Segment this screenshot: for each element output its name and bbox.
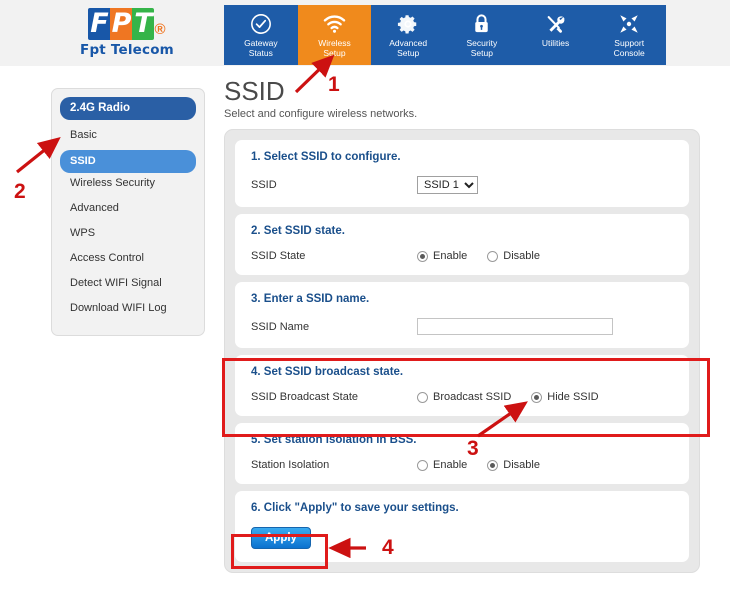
nav-line1: Utilities [541, 38, 570, 48]
radio-ssid-state-enable[interactable]: Enable [417, 250, 467, 262]
radio-station-isolation-disable[interactable]: Disable [487, 459, 540, 471]
nav-item-utilities[interactable]: Utilities [519, 5, 593, 65]
sidebar-item-advanced[interactable]: Advanced [60, 198, 196, 219]
section-ssid-broadcast-state: 4. Set SSID broadcast state. SSID Broadc… [235, 355, 689, 416]
nav-line1: Gateway [244, 38, 278, 48]
nav-line1: Support [614, 38, 645, 48]
radio-label: Broadcast SSID [433, 391, 512, 403]
radio-indicator [531, 391, 543, 403]
nav-line2: Status [248, 47, 273, 58]
field-row-ssid-state: SSID State Enable Disable [251, 250, 673, 262]
sidebar-item-wireless-security[interactable]: Wireless Security [60, 173, 196, 194]
logo-wordmark: Fpt Telecom [80, 42, 174, 58]
annotation-number-3: 3 [467, 437, 479, 460]
radio-indicator [487, 459, 499, 471]
field-label-station-isolation: Station Isolation [251, 459, 330, 471]
radio-indicator [417, 250, 428, 262]
apply-button[interactable]: Apply [251, 527, 311, 549]
nav-label-utilities: Utilities [541, 38, 570, 49]
nav-label-support-console: Support Console [613, 38, 645, 58]
radio-label: Disable [503, 459, 540, 471]
field-label-ssid: SSID [251, 179, 277, 191]
radio-ssid-state-disable[interactable]: Disable [487, 250, 540, 262]
nav-label-advanced-setup: Advanced Setup [389, 38, 428, 58]
page-title: SSID [224, 76, 285, 106]
nav-line1: Wireless [318, 38, 351, 48]
wifi-icon [323, 12, 346, 36]
nav-label-wireless-setup: Wireless Setup [318, 38, 351, 58]
nav-item-support-console[interactable]: Support Console [592, 5, 666, 65]
nav-item-security-setup[interactable]: Security Setup [445, 5, 519, 65]
section-ssid-name: 3. Enter a SSID name. SSID Name [235, 282, 689, 348]
radio-indicator [487, 250, 499, 262]
nav-line2: Setup [323, 47, 346, 58]
radio-label: Enable [433, 459, 468, 471]
annotation-number-4: 4 [382, 536, 394, 559]
logo-letter-p: P [110, 8, 133, 40]
settings-panel: 1. Select SSID to configure. SSID SSID 1… [224, 129, 700, 573]
primary-navigation: Gateway Status Wireless Setup Advanced S… [224, 5, 666, 65]
nav-line2: Console [613, 47, 645, 58]
radio-label: Enable [433, 250, 468, 262]
radio-indicator [417, 459, 428, 471]
lock-icon [472, 12, 491, 36]
radio-broadcast-ssid[interactable]: Broadcast SSID [417, 391, 511, 403]
field-label-broadcast-state: SSID Broadcast State [251, 391, 358, 403]
wireless-sidebar-menu: 2.4G Radio Basic SSID Wireless Security … [51, 88, 205, 336]
nav-line1: Advanced [389, 38, 428, 48]
nav-label-security-setup: Security Setup [466, 38, 498, 58]
logo-registered-mark: ® [154, 21, 166, 38]
section-station-isolation: 5. Set station isolation in BSS. Station… [235, 423, 689, 484]
fpt-logo-mark: F P T ® [72, 6, 182, 40]
nav-label-gateway-status: Gateway Status [244, 38, 278, 58]
field-row-station-isolation: Station Isolation Enable Disable [251, 459, 673, 471]
sidebar-item-detect-wifi-signal[interactable]: Detect WIFI Signal [60, 273, 196, 294]
nav-item-advanced-setup[interactable]: Advanced Setup [371, 5, 445, 65]
nav-line1: Security [466, 38, 498, 48]
gear-icon [397, 12, 419, 36]
sidebar-item-basic[interactable]: Basic [60, 125, 196, 146]
section-2-title: 2. Set SSID state. [251, 225, 345, 237]
radio-indicator [417, 391, 428, 403]
page-header: F P T ® Fpt Telecom Gateway Status Wirel… [0, 0, 730, 66]
annotation-number-1: 1 [328, 73, 340, 96]
section-6-title: 6. Click "Apply" to save your settings. [251, 502, 459, 514]
sidebar-item-access-control[interactable]: Access Control [60, 248, 196, 269]
radio-label: Disable [503, 250, 540, 262]
sidebar-item-24g-radio[interactable]: 2.4G Radio [60, 97, 196, 120]
nav-item-gateway-status[interactable]: Gateway Status [224, 5, 298, 65]
radio-label: Hide SSID [547, 391, 599, 403]
nav-item-wireless-setup[interactable]: Wireless Setup [297, 5, 372, 65]
annotation-number-2: 2 [14, 180, 26, 203]
ssid-select[interactable]: SSID 1 SSID 2 SSID 3 SSID 4 [417, 176, 478, 194]
field-label-ssid-name: SSID Name [251, 320, 310, 333]
radio-hide-ssid[interactable]: Hide SSID [531, 391, 599, 403]
page-subtitle: Select and configure wireless networks. [224, 108, 418, 120]
tools-icon [545, 12, 567, 36]
field-row-ssid-name: SSID Name [251, 318, 673, 335]
nav-line2: Setup [397, 47, 420, 58]
field-row-ssid: SSID SSID 1 SSID 2 SSID 3 SSID 4 [251, 176, 673, 194]
section-5-title: 5. Set station isolation in BSS. [251, 434, 417, 446]
nav-line2: Setup [470, 47, 493, 58]
section-ssid-state: 2. Set SSID state. SSID State Enable Dis… [235, 214, 689, 275]
section-3-title: 3. Enter a SSID name. [251, 293, 370, 305]
check-circle-icon [250, 12, 272, 36]
sidebar-item-wps[interactable]: WPS [60, 223, 196, 244]
section-4-title: 4. Set SSID broadcast state. [251, 366, 404, 378]
section-1-title: 1. Select SSID to configure. [251, 151, 401, 163]
field-label-ssid-state: SSID State [251, 250, 306, 262]
fpt-logo: F P T ® Fpt Telecom [72, 6, 182, 58]
section-apply: 6. Click "Apply" to save your settings. … [235, 491, 689, 562]
field-row-broadcast-state: SSID Broadcast State Broadcast SSID Hide… [251, 391, 673, 403]
main-content: SSID Select and configure wireless netwo… [224, 76, 724, 573]
logo-letter-t: T [132, 8, 155, 40]
ssid-name-input[interactable] [417, 318, 613, 335]
sidebar-item-ssid[interactable]: SSID [60, 150, 196, 173]
sidebar-item-download-wifi-log[interactable]: Download WIFI Log [60, 298, 196, 319]
arrows-in-icon [618, 12, 640, 36]
logo-letter-f: F [88, 8, 111, 40]
radio-station-isolation-enable[interactable]: Enable [417, 459, 467, 471]
section-select-ssid: 1. Select SSID to configure. SSID SSID 1… [235, 140, 689, 207]
